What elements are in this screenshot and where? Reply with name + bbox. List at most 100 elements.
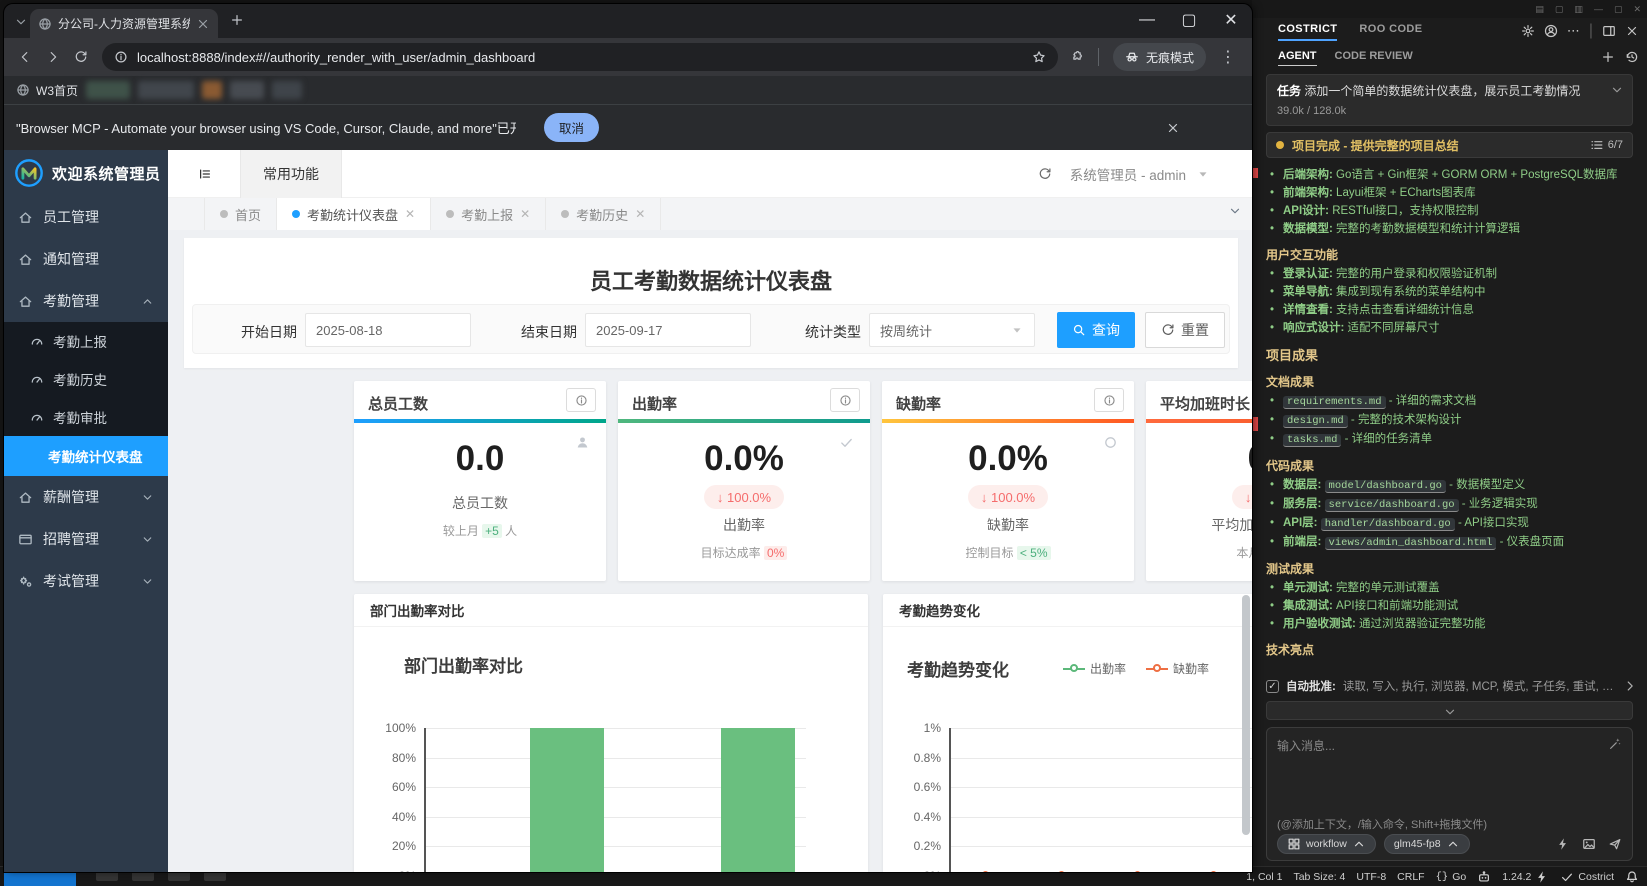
close-window-button[interactable]: ✕ [1210,4,1252,36]
sidebar-item-通知管理[interactable]: 通知管理 [4,238,168,280]
panel-tab-costrict[interactable]: COSTRICT [1278,23,1337,41]
file-link[interactable]: handler/dashboard.go [1321,518,1455,531]
sidebar-subitem-考勤上报[interactable]: 考勤上报 [4,322,168,360]
maximize-button[interactable]: ▢ [1168,4,1210,36]
cursor-position[interactable]: 1, Col 1 [1246,871,1282,883]
file-link[interactable]: requirements.md [1283,396,1386,409]
sidebar-collapse-icon[interactable] [198,167,212,181]
legend-出勤率[interactable]: 出勤率 [1063,660,1126,677]
tab-close-icon[interactable]: ✕ [520,207,530,221]
refresh-page-icon[interactable] [1038,167,1052,181]
browser-menu-icon[interactable]: ⋮ [1220,47,1236,67]
language-mode[interactable]: {}Go [1436,871,1467,883]
minimize-button[interactable]: — [1126,4,1168,36]
tab-size[interactable]: Tab Size: 4 [1293,871,1345,883]
reset-button[interactable]: 重置 [1145,312,1225,348]
sidebar-subitem-考勤统计仪表盘[interactable]: 考勤统计仪表盘 [4,436,168,476]
bar-2[interactable] [530,728,604,872]
bookmark-star-icon[interactable] [1032,50,1046,64]
url-bar[interactable]: localhost:8888/index#//authority_render_… [102,43,1058,71]
go-version[interactable]: 1.24.2 [1502,870,1549,884]
page-tab-考勤上报[interactable]: 考勤上报✕ [431,198,546,230]
task-collapse-chevron-icon[interactable] [1610,83,1624,97]
tab-list-chevron-icon[interactable] [1228,204,1242,218]
enhance-prompt-wand-icon[interactable] [1608,737,1622,751]
file-link[interactable]: tasks.md [1283,434,1341,447]
costrict-status[interactable]: Costrict [1560,870,1614,884]
sidebar-item-考勤管理[interactable]: 考勤管理 [4,280,168,322]
eol[interactable]: CRLF [1397,871,1424,883]
page-tab-考勤历史[interactable]: 考勤历史✕ [546,198,661,230]
agent-tab-code-review[interactable]: CODE REVIEW [1335,50,1413,66]
file-link[interactable]: service/dashboard.go [1325,499,1459,512]
info-icon[interactable] [1094,388,1124,412]
end-date-input[interactable]: 2025-09-17 [585,313,751,347]
sidebar-subitem-考勤审批[interactable]: 考勤审批 [4,398,168,436]
panel-layout-icon[interactable] [1602,24,1616,38]
file-link[interactable]: model/dashboard.go [1325,480,1446,493]
tab-common-functions[interactable]: 常用功能 [240,150,342,198]
extensions-puzzle-icon[interactable] [1070,50,1084,64]
page-tab-考勤统计仪表盘[interactable]: 考勤统计仪表盘✕ [277,198,431,230]
line-point[interactable] [982,871,989,872]
new-task-plus-icon[interactable] [1601,50,1615,64]
back-icon[interactable] [18,50,32,64]
attach-image-icon[interactable] [1582,837,1596,851]
tab-close-icon[interactable] [196,17,210,31]
sidebar-item-考试管理[interactable]: 考试管理 [4,560,168,602]
settings-gear-icon[interactable] [1521,24,1535,38]
new-tab-icon[interactable] [230,13,244,27]
search-button[interactable]: 查询 [1057,312,1135,348]
cancel-button[interactable]: 取消 [544,113,599,142]
vscode-window-controls[interactable]: ▤▢▥—▢✕ [1535,4,1641,15]
auto-approve-row: ✓ 自动批准: 读取, 写入, 执行, 浏览器, MCP, 模式, 子任务, 重… [1266,676,1637,696]
bar-4[interactable] [721,728,795,872]
send-message-icon[interactable] [1608,837,1622,851]
chat-input-box[interactable]: 输入消息... (@添加上下文，/输入命令, Shift+拖拽文件) workf… [1266,727,1633,861]
file-link[interactable]: design.md [1283,415,1348,428]
line-point[interactable] [1058,871,1065,872]
start-date-input[interactable]: 2025-08-18 [305,313,471,347]
task-card[interactable]: 任务 添加一个简单的数据统计仪表盘，展示员工考勤情况 39.0k / 128.0… [1266,74,1633,126]
copilot-robot-icon[interactable] [1477,870,1491,884]
sidebar-subitem-考勤历史[interactable]: 考勤历史 [4,360,168,398]
encoding[interactable]: UTF-8 [1356,871,1386,883]
tab-close-icon[interactable]: ✕ [635,207,645,221]
account-icon[interactable] [1544,24,1558,38]
stat-type-select[interactable]: 按周统计 [869,313,1035,347]
panel-close-icon[interactable] [1625,24,1639,38]
browser-tab[interactable]: 分公司-人力资源管理系统 [30,9,218,38]
site-info-icon[interactable] [114,50,128,64]
completion-banner[interactable]: 项目完成 - 提供完整的项目总结 6/7 [1266,132,1633,158]
info-icon[interactable] [566,388,596,412]
forward-icon[interactable] [46,50,60,64]
auto-approve-expand-icon[interactable] [1623,679,1637,693]
more-ellipsis-icon[interactable]: ⋯ [1567,23,1580,39]
info-icon[interactable] [830,388,860,412]
collapsed-section-bar[interactable] [1266,701,1633,720]
browser-scrollbar-thumb[interactable] [1242,595,1250,835]
page-tab-首页[interactable]: 首页 [204,198,277,230]
legend-缺勤率[interactable]: 缺勤率 [1146,660,1209,677]
panel-tab-roo-code[interactable]: ROO CODE [1359,23,1422,41]
quick-action-zap-icon[interactable] [1556,837,1570,851]
notification-close-icon[interactable] [1166,121,1180,135]
auto-approve-checkbox[interactable]: ✓ [1266,680,1279,693]
sidebar-item-员工管理[interactable]: 员工管理 [4,196,168,238]
file-link[interactable]: views/admin_dashboard.html [1325,537,1497,550]
agent-tab-agent[interactable]: AGENT [1278,50,1317,66]
model-selector-chip[interactable]: glm45-fp8 [1384,834,1470,854]
tab-close-icon[interactable]: ✕ [405,207,415,221]
mode-selector-chip[interactable]: workflow [1277,834,1376,854]
tab-search-icon[interactable] [14,15,28,29]
line-point[interactable] [1210,871,1217,872]
bookmark-item[interactable]: W3首页 [16,82,78,99]
sidebar-item-薪酬管理[interactable]: 薪酬管理 [4,476,168,518]
sidebar-item-招聘管理[interactable]: 招聘管理 [4,518,168,560]
reload-icon[interactable] [74,50,88,64]
notifications-bell-icon[interactable] [1625,870,1639,884]
line-point[interactable] [1134,871,1141,872]
summary-bullet: requirements.md - 详细的需求文档 [1266,394,1637,410]
history-icon[interactable] [1625,50,1639,64]
user-menu[interactable]: 系统管理员 - admin [1070,164,1210,184]
